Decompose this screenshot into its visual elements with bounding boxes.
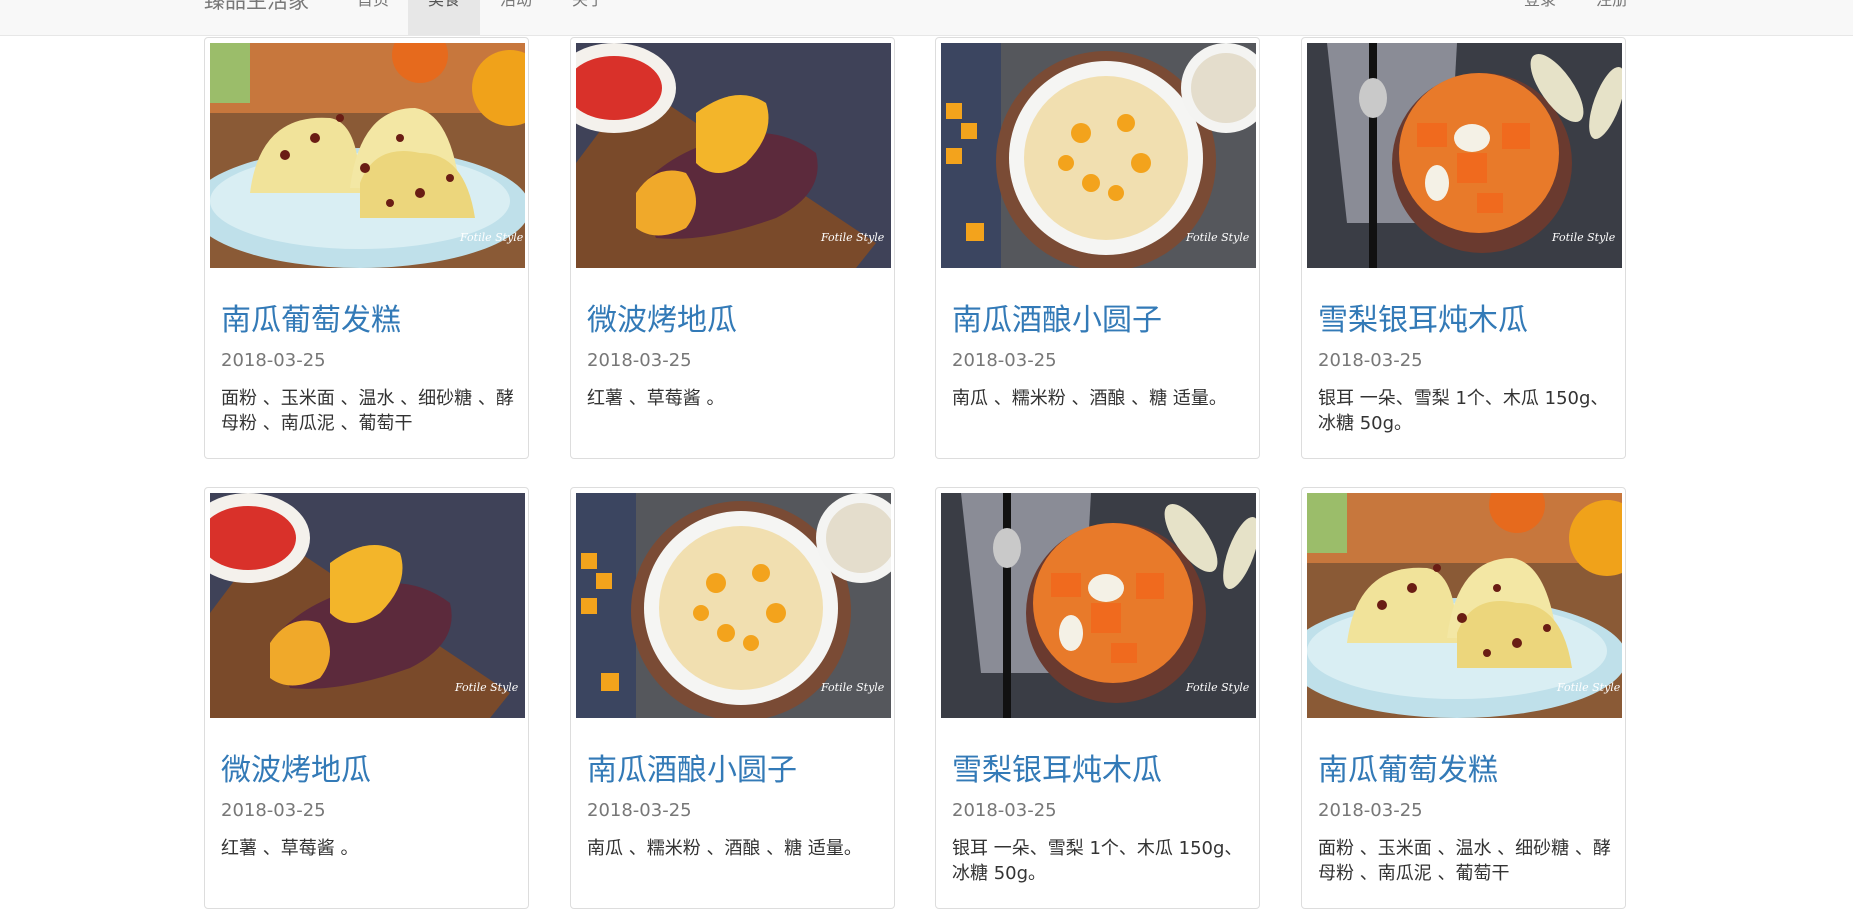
recipe-title-link[interactable]: 雪梨银耳炖木瓜	[952, 753, 1162, 789]
svg-text:Fotile Style: Fotile Style	[1185, 681, 1250, 694]
brand-logo[interactable]: 臻品生活家	[204, 0, 309, 15]
nav-register-link[interactable]: 注册	[1582, 0, 1642, 35]
recipe-date: 2018-03-25	[587, 350, 692, 371]
recipe-title-link[interactable]: 微波烤地瓜	[587, 303, 737, 339]
nav-item-home[interactable]: 首页	[343, 0, 403, 35]
sweet-potato-image[interactable]: Fotile Style	[576, 43, 891, 268]
recipe-ingredients: 南瓜 、糯米粉 、酒酿 、糖 适量。	[587, 838, 862, 859]
recipe-ingredients: 面粉 、玉米面 、温水 、细砂糖 、酵母粉 、南瓜泥 、葡萄干	[1318, 838, 1611, 884]
recipe-card[interactable]: Fotile Style 雪梨银耳炖木瓜 2018-03-25 银耳 一朵、雪梨 1…	[1301, 37, 1626, 459]
recipe-date: 2018-03-25	[221, 350, 326, 371]
recipe-card[interactable]: Fotile Style 南瓜酒酿小圆子 2018-03-25 南瓜 、糯米粉 、酒…	[570, 487, 895, 909]
steamed-cake-image[interactable]: Fotile Style	[210, 43, 525, 268]
svg-text:Fotile Style: Fotile Style	[820, 231, 885, 244]
recipe-ingredients: 红薯 、草莓酱 。	[587, 388, 725, 409]
recipe-date: 2018-03-25	[587, 800, 692, 821]
recipe-title-link[interactable]: 南瓜葡萄发糕	[221, 303, 401, 339]
nav-login-link[interactable]: 登录	[1510, 0, 1570, 35]
recipe-ingredients: 红薯 、草莓酱 。	[221, 838, 359, 859]
nav-item-about[interactable]: 关于	[558, 0, 618, 35]
recipe-title-link[interactable]: 南瓜酒酿小圆子	[952, 303, 1162, 339]
svg-text:Fotile Style: Fotile Style	[459, 231, 524, 244]
pear-papaya-soup-image[interactable]: Fotile Style	[1307, 43, 1622, 268]
nav-item-food[interactable]: 美食	[408, 0, 480, 35]
steamed-cake-image[interactable]: Fotile Style	[1307, 493, 1622, 718]
top-navbar: 臻品生活家 首页 美食 活动 关于 登录 注册	[0, 0, 1853, 36]
recipe-date: 2018-03-25	[1318, 800, 1423, 821]
svg-text:Fotile Style: Fotile Style	[1185, 231, 1250, 244]
recipe-card[interactable]: Fotile Style 南瓜葡萄发糕 2018-03-25 面粉 、玉米面 、温水…	[204, 37, 529, 459]
recipe-title-link[interactable]: 微波烤地瓜	[221, 753, 371, 789]
recipe-card[interactable]: Fotile Style 南瓜葡萄发糕 2018-03-25 面粉 、玉米面 、温水…	[1301, 487, 1626, 909]
recipe-ingredients: 南瓜 、糯米粉 、酒酿 、糖 适量。	[952, 388, 1227, 409]
recipe-title-link[interactable]: 南瓜酒酿小圆子	[587, 753, 797, 789]
recipe-card[interactable]: Fotile Style 南瓜酒酿小圆子 2018-03-25 南瓜 、糯米粉 、酒…	[935, 37, 1260, 459]
recipe-date: 2018-03-25	[221, 800, 326, 821]
svg-text:Fotile Style: Fotile Style	[454, 681, 519, 694]
sweet-potato-image[interactable]: Fotile Style	[210, 493, 525, 718]
svg-text:Fotile Style: Fotile Style	[820, 681, 885, 694]
recipe-date: 2018-03-25	[952, 800, 1057, 821]
recipe-card[interactable]: Fotile Style 微波烤地瓜 2018-03-25 红薯 、草莓酱 。	[204, 487, 529, 909]
pear-papaya-soup-image[interactable]: Fotile Style	[941, 493, 1256, 718]
recipe-date: 2018-03-25	[1318, 350, 1423, 371]
nav-item-events[interactable]: 活动	[486, 0, 546, 35]
recipe-card[interactable]: Fotile Style 微波烤地瓜 2018-03-25 红薯 、草莓酱 。	[570, 37, 895, 459]
recipe-date: 2018-03-25	[952, 350, 1057, 371]
recipe-card[interactable]: Fotile Style 雪梨银耳炖木瓜 2018-03-25 银耳 一朵、雪梨 1…	[935, 487, 1260, 909]
svg-text:Fotile Style: Fotile Style	[1551, 231, 1616, 244]
recipe-ingredients: 面粉 、玉米面 、温水 、细砂糖 、酵母粉 、南瓜泥 、葡萄干	[221, 388, 514, 434]
recipe-ingredients: 银耳 一朵、雪梨 1个、木瓜 150g、冰糖 50g。	[1318, 388, 1609, 434]
pumpkin-rice-ball-soup-image[interactable]: Fotile Style	[941, 43, 1256, 268]
recipe-title-link[interactable]: 雪梨银耳炖木瓜	[1318, 303, 1528, 339]
recipe-ingredients: 银耳 一朵、雪梨 1个、木瓜 150g、冰糖 50g。	[952, 838, 1243, 884]
pumpkin-rice-ball-soup-image[interactable]: Fotile Style	[576, 493, 891, 718]
svg-text:Fotile Style: Fotile Style	[1556, 681, 1621, 694]
recipe-title-link[interactable]: 南瓜葡萄发糕	[1318, 753, 1498, 789]
